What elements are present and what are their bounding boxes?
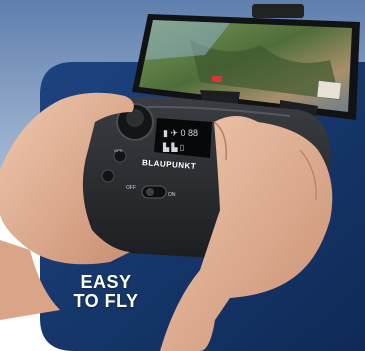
product-photo: ▮ ✈ 0 88 ▙ ▙ ▯ xyxy=(0,0,365,351)
lcd-display xyxy=(154,118,212,158)
gps-button-label: GPS xyxy=(114,148,123,153)
caption-line-1: EASY xyxy=(80,272,132,292)
svg-text:▙ ▙ ▯: ▙ ▙ ▯ xyxy=(162,142,184,152)
easy-to-fly-caption: EASY TO FLY xyxy=(62,273,150,311)
screen-map-thumb xyxy=(317,80,341,100)
return-button xyxy=(101,169,115,183)
switch-off-label: OFF xyxy=(126,185,136,191)
svg-text:▮ ✈ 0 88: ▮ ✈ 0 88 xyxy=(163,128,198,138)
caption-line-2: TO FLY xyxy=(73,291,139,311)
phone-clamp xyxy=(252,4,304,18)
switch-on-label: ON xyxy=(168,192,176,198)
